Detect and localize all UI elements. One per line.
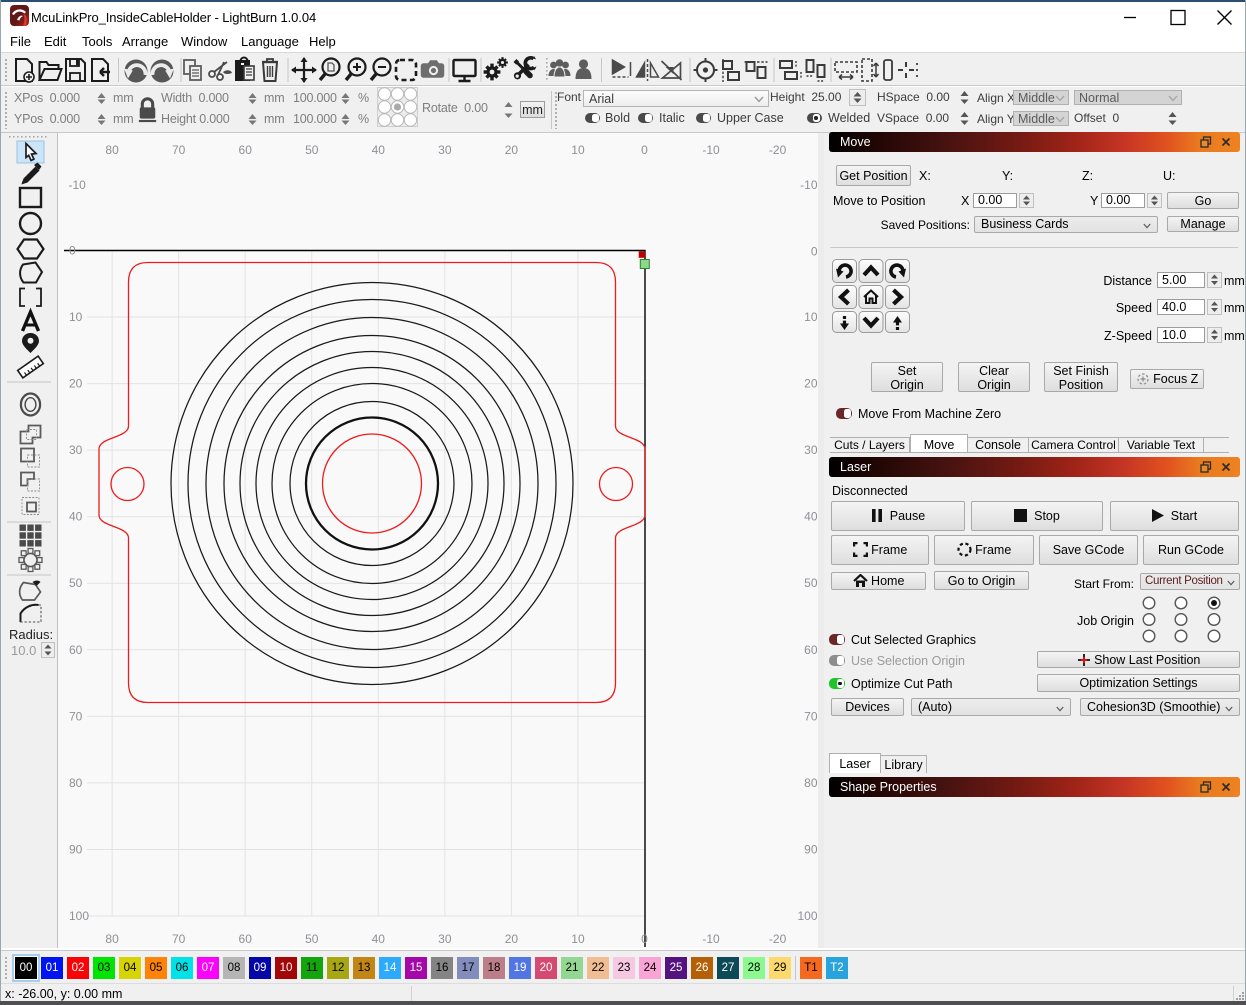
svg-text:90: 90: [804, 842, 818, 856]
svg-text:-10: -10: [800, 178, 818, 192]
svg-text:50: 50: [69, 576, 83, 590]
svg-text:30: 30: [69, 443, 83, 457]
svg-text:50: 50: [305, 143, 319, 157]
svg-text:60: 60: [69, 643, 83, 657]
svg-text:-10: -10: [69, 178, 87, 192]
svg-text:20: 20: [505, 143, 519, 157]
svg-text:60: 60: [239, 143, 253, 157]
svg-text:10: 10: [571, 143, 585, 157]
svg-text:30: 30: [438, 932, 452, 946]
svg-text:0: 0: [811, 245, 818, 259]
svg-text:70: 70: [804, 709, 818, 723]
svg-text:60: 60: [804, 643, 818, 657]
svg-text:20: 20: [69, 377, 83, 391]
svg-text:50: 50: [305, 932, 319, 946]
svg-text:10: 10: [69, 310, 83, 324]
svg-text:40: 40: [372, 932, 386, 946]
svg-text:90: 90: [69, 842, 83, 856]
svg-text:100: 100: [69, 909, 89, 923]
svg-text:40: 40: [69, 510, 83, 524]
svg-text:30: 30: [804, 443, 818, 457]
svg-text:70: 70: [172, 143, 186, 157]
svg-text:10: 10: [804, 310, 818, 324]
svg-text:70: 70: [172, 932, 186, 946]
svg-text:80: 80: [105, 143, 119, 157]
svg-text:-20: -20: [769, 143, 787, 157]
svg-text:10: 10: [571, 932, 585, 946]
svg-text:-20: -20: [769, 932, 787, 946]
svg-text:40: 40: [804, 510, 818, 524]
svg-text:50: 50: [804, 576, 818, 590]
svg-text:-10: -10: [702, 932, 720, 946]
svg-text:60: 60: [239, 932, 253, 946]
svg-text:80: 80: [105, 932, 119, 946]
svg-text:-10: -10: [702, 143, 720, 157]
svg-text:80: 80: [804, 776, 818, 790]
svg-text:20: 20: [505, 932, 519, 946]
svg-text:0: 0: [641, 932, 648, 946]
svg-text:0: 0: [69, 244, 76, 258]
svg-text:70: 70: [69, 709, 83, 723]
svg-text:20: 20: [804, 377, 818, 391]
svg-text:80: 80: [69, 776, 83, 790]
svg-text:40: 40: [372, 143, 386, 157]
svg-text:100: 100: [797, 909, 817, 923]
svg-text:30: 30: [438, 143, 452, 157]
svg-text:0: 0: [641, 143, 648, 157]
